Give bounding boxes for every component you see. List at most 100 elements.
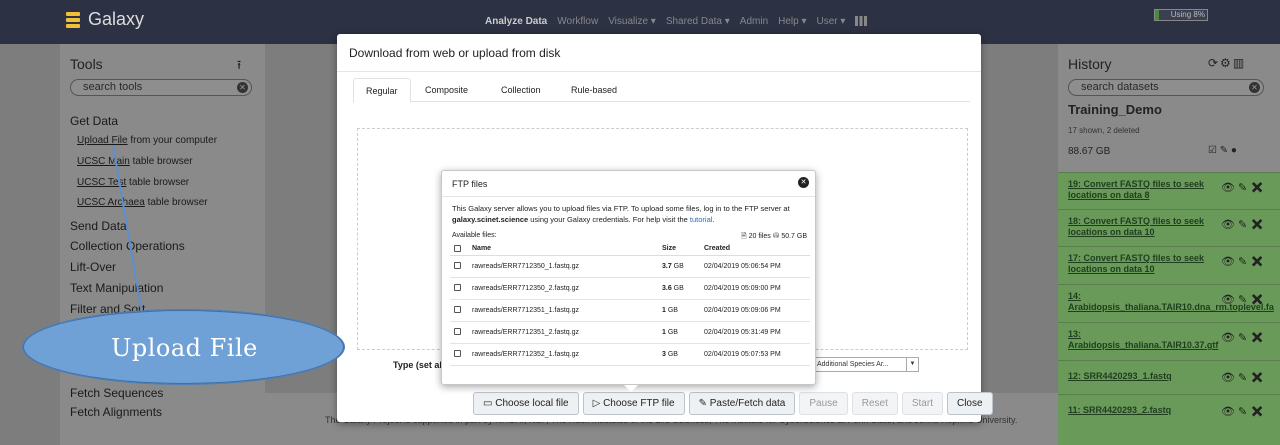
- row-checkbox[interactable]: [454, 350, 461, 358]
- tool-ucsc-test[interactable]: UCSC Test table browser: [77, 177, 189, 188]
- section-send-data[interactable]: Send Data: [70, 219, 127, 233]
- size-number: 3.6: [662, 284, 672, 292]
- size-unit: GB: [671, 262, 684, 270]
- genome-select-value: Additional Species Ar...: [817, 361, 889, 368]
- table-row[interactable]: rawreads/ERR7712351_1.fastq.gz 1 GB 02/0…: [450, 299, 810, 322]
- galaxy-logo-icon: [66, 11, 80, 28]
- dataset-item[interactable]: 19: Convert FASTQ files to seek location…: [1058, 172, 1280, 209]
- dataset-item[interactable]: 11: SRR4420293_2.fastq 👁✎✖: [1058, 394, 1280, 445]
- hdd-icon: ⛁: [770, 233, 782, 240]
- dataset-title[interactable]: 17: Convert FASTQ files to seek location…: [1068, 253, 1206, 275]
- choose-ftp-file-button[interactable]: ▷ Choose FTP file: [582, 392, 685, 415]
- row-checkbox[interactable]: [454, 328, 461, 336]
- history-action-icons[interactable]: ☑ ✎ ●: [1208, 145, 1237, 156]
- genome-select[interactable]: Additional Species Ar... ▼: [814, 357, 919, 372]
- nav-admin[interactable]: Admin: [740, 16, 768, 27]
- row-select[interactable]: [450, 299, 468, 322]
- tool-upload-file[interactable]: Upload File from your computer: [77, 135, 217, 146]
- tab-collection[interactable]: Collection: [489, 78, 553, 103]
- dataset-item[interactable]: 14: Arabidopsis_thaliana.TAIR10.dna_rm.t…: [1058, 284, 1280, 322]
- dataset-title[interactable]: 19: Convert FASTQ files to seek location…: [1068, 179, 1206, 201]
- clear-search-icon[interactable]: ✕: [1249, 82, 1260, 93]
- section-collection-operations[interactable]: Collection Operations: [70, 239, 185, 253]
- row-select[interactable]: [450, 343, 468, 366]
- row-select[interactable]: [450, 255, 468, 278]
- select-all-column[interactable]: [450, 243, 468, 256]
- tab-composite[interactable]: Composite: [413, 78, 480, 103]
- annotation-label: Upload File: [111, 334, 258, 362]
- tab-rule-based[interactable]: Rule-based: [559, 78, 629, 103]
- table-row[interactable]: rawreads/ERR7712351_2.fastq.gz 1 GB 02/0…: [450, 321, 810, 344]
- pause-button[interactable]: Pause: [799, 392, 848, 415]
- nav-help[interactable]: Help ▾: [778, 16, 806, 27]
- history-name[interactable]: Training_Demo: [1068, 102, 1162, 117]
- section-fetch-sequences[interactable]: Fetch Sequences: [70, 386, 163, 400]
- file-size: 1 GB: [658, 299, 700, 322]
- dataset-action-icons[interactable]: 👁✎✖: [1221, 181, 1267, 194]
- dataset-action-icons[interactable]: 👁✎✖: [1221, 255, 1267, 268]
- quota-fill: [1155, 10, 1160, 20]
- dataset-action-icons[interactable]: 👁✎✖: [1221, 331, 1267, 344]
- nav-shared-data[interactable]: Shared Data ▾: [666, 16, 730, 27]
- row-checkbox[interactable]: [454, 284, 461, 292]
- dataset-action-icons[interactable]: 👁✎✖: [1221, 293, 1267, 306]
- close-button[interactable]: Close: [946, 392, 993, 415]
- tool-link[interactable]: UCSC Main: [77, 156, 130, 167]
- tool-link[interactable]: Upload File: [77, 135, 128, 146]
- dataset-title[interactable]: 12: SRR4420293_1.fastq: [1068, 371, 1206, 382]
- dataset-action-icons[interactable]: 👁✎✖: [1221, 371, 1267, 384]
- tool-search-input[interactable]: search tools ✕: [70, 79, 252, 96]
- nav-workflow[interactable]: Workflow: [557, 16, 598, 27]
- select-all-checkbox[interactable]: [454, 245, 461, 253]
- table-row[interactable]: rawreads/ERR7712350_1.fastq.gz 3.7 GB 02…: [450, 255, 810, 278]
- nav-user[interactable]: User ▾: [817, 16, 846, 27]
- row-select[interactable]: [450, 321, 468, 344]
- section-fetch-alignments[interactable]: Fetch Alignments: [70, 405, 162, 419]
- tool-link[interactable]: UCSC Test: [77, 177, 126, 188]
- tool-ucsc-archaea[interactable]: UCSC Archaea table browser: [77, 197, 208, 208]
- start-button[interactable]: Start: [901, 392, 943, 415]
- upload-icon[interactable]: ⭱: [237, 56, 241, 77]
- choose-local-file-button[interactable]: ▭ Choose local file: [473, 392, 579, 415]
- dataset-title[interactable]: 11: SRR4420293_2.fastq: [1068, 405, 1206, 416]
- dataset-action-icons[interactable]: 👁✎✖: [1221, 405, 1267, 418]
- tutorial-link[interactable]: tutorial: [690, 215, 713, 224]
- dataset-item[interactable]: 13: Arabidopsis_thaliana.TAIR10.37.gtf 👁…: [1058, 322, 1280, 360]
- section-lift-over[interactable]: Lift-Over: [70, 260, 116, 274]
- dataset-search-input[interactable]: search datasets ✕: [1068, 79, 1264, 96]
- dataset-title[interactable]: 14: Arabidopsis_thaliana.TAIR10.dna_rm.t…: [1068, 291, 1274, 313]
- tab-regular[interactable]: Regular: [353, 78, 411, 103]
- dataset-item[interactable]: 17: Convert FASTQ files to seek location…: [1058, 246, 1280, 284]
- dataset-action-icons[interactable]: 👁✎✖: [1221, 218, 1267, 231]
- table-row[interactable]: rawreads/ERR7712350_2.fastq.gz 3.6 GB 02…: [450, 277, 810, 300]
- dataset-item[interactable]: 18: Convert FASTQ files to seek location…: [1058, 209, 1280, 246]
- chevron-down-icon: ▼: [906, 358, 918, 371]
- edit-icon: ✎: [698, 398, 710, 409]
- ftp-description: This Galaxy server allows you to upload …: [452, 204, 790, 224]
- reset-button[interactable]: Reset: [851, 392, 898, 415]
- dataset-title[interactable]: 13: Arabidopsis_thaliana.TAIR10.37.gtf: [1068, 329, 1218, 351]
- close-icon[interactable]: ✕: [798, 177, 809, 188]
- row-checkbox[interactable]: [454, 306, 461, 314]
- history-shown-count[interactable]: 17 shown, 2 deleted: [1068, 126, 1140, 135]
- brand[interactable]: Galaxy: [66, 9, 144, 30]
- tool-ucsc-main[interactable]: UCSC Main table browser: [77, 156, 193, 167]
- nav-analyze-data[interactable]: Analyze Data: [485, 16, 547, 27]
- section-get-data[interactable]: Get Data: [70, 114, 118, 128]
- dataset-item[interactable]: 12: SRR4420293_1.fastq 👁✎✖: [1058, 360, 1280, 394]
- history-options-icons[interactable]: ⟳⚙▥: [1208, 56, 1246, 70]
- quota-meter[interactable]: Using 8%: [1154, 9, 1208, 21]
- nav-visualize[interactable]: Visualize ▾: [608, 16, 656, 27]
- apps-grid-icon[interactable]: [855, 16, 868, 26]
- paste-fetch-data-button[interactable]: ✎ Paste/Fetch data: [688, 392, 796, 415]
- table-row[interactable]: rawreads/ERR7712352_1.fastq.gz 3 GB 02/0…: [450, 343, 810, 366]
- ftp-file-count: 20 files: [748, 233, 771, 240]
- row-checkbox[interactable]: [454, 262, 461, 270]
- section-text-manipulation[interactable]: Text Manipulation: [70, 281, 163, 295]
- dataset-title[interactable]: 18: Convert FASTQ files to seek location…: [1068, 216, 1206, 238]
- clear-search-icon[interactable]: ✕: [237, 82, 248, 93]
- tool-link[interactable]: UCSC Archaea: [77, 197, 145, 208]
- ftp-files-table: Name Size Created rawreads/ERR7712350_1.…: [450, 243, 810, 366]
- row-select[interactable]: [450, 277, 468, 300]
- size-unit: GB: [671, 284, 684, 292]
